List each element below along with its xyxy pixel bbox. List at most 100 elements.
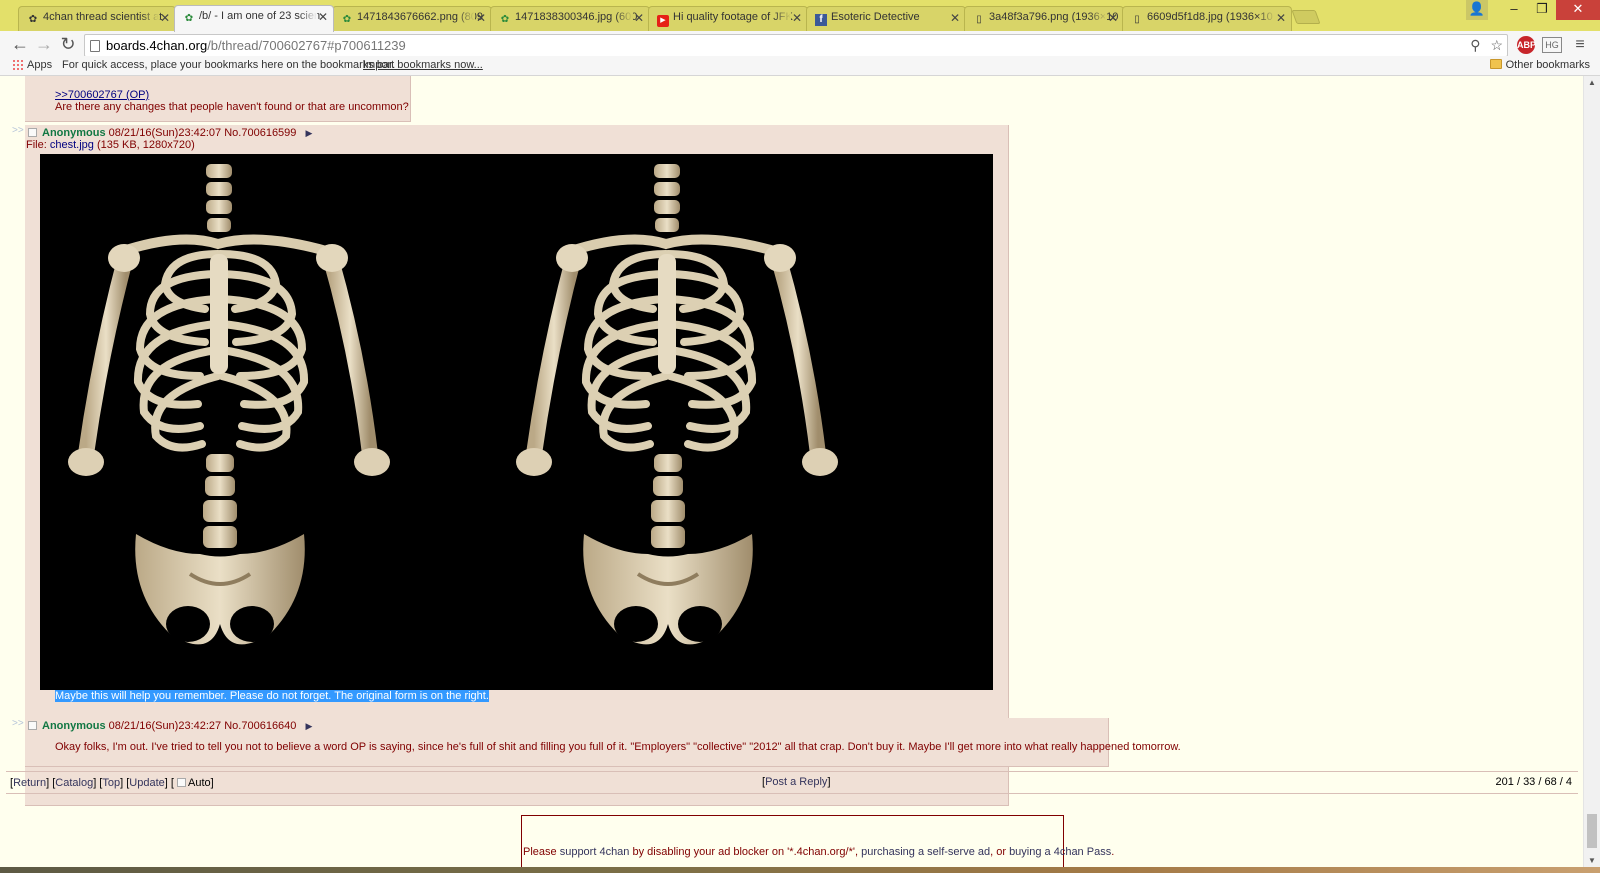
post-menu-arrow-icon[interactable]: ▶	[305, 721, 312, 731]
selected-text: Maybe this will help you remember. Pleas…	[55, 690, 489, 702]
catalog-link[interactable]: Catalog	[55, 777, 93, 789]
tab-close-icon[interactable]: ✕	[476, 11, 486, 25]
bookmarks-bar: Apps For quick access, place your bookma…	[0, 56, 1600, 76]
menu-icon[interactable]: ≡	[1570, 35, 1590, 55]
clover-icon: ✿	[184, 13, 194, 24]
url-host: boards.4chan.org	[106, 38, 208, 53]
browser-toolbar: ← → ↻ boards.4chan.org/b/thread/70060276…	[0, 31, 1600, 59]
clover-icon: ✿	[28, 14, 38, 25]
tab-close-icon[interactable]: ✕	[160, 11, 170, 25]
page-viewport: >>700602767 (OP) Are there any changes t…	[0, 76, 1600, 867]
address-bar[interactable]: boards.4chan.org/b/thread/700602767#p700…	[84, 34, 1508, 57]
tab-close-icon[interactable]: ✕	[1276, 11, 1286, 25]
auto-update-checkbox[interactable]	[177, 778, 186, 787]
tab-strip: ✿ 4chan thread scientist at ✕ ✿/b/ - I am…	[0, 0, 1600, 32]
skeleton-image	[68, 154, 993, 690]
skeleton-left	[68, 164, 390, 645]
side-arrows: >>	[12, 718, 24, 729]
new-tab-button[interactable]	[1291, 10, 1321, 24]
apps-shortcut[interactable]: Apps	[12, 59, 52, 71]
post-number[interactable]: No.700616640	[224, 720, 296, 732]
reply-post-previous: >>700602767 (OP) Are there any changes t…	[25, 76, 411, 122]
quote-link[interactable]: >>700602767 (OP)	[55, 89, 149, 101]
tab-youtube-jfk[interactable]: ▶ Hi quality footage of JFK ✕	[648, 6, 808, 31]
reload-icon[interactable]: ↻	[57, 34, 79, 56]
ad-notice-text: Please support 4chan by disabling your a…	[523, 846, 1115, 858]
poster-name: Anonymous	[42, 720, 106, 732]
4chan-pass-link[interactable]: buying a 4chan Pass	[1009, 846, 1111, 858]
support-4chan-link[interactable]: support 4chan	[560, 846, 630, 858]
tab-jpg-image[interactable]: ✿ 1471838300346.jpg (600 ✕	[490, 6, 650, 31]
adblock-plus-icon[interactable]: ABP	[1517, 36, 1536, 54]
post-checkbox[interactable]	[28, 721, 37, 730]
window-controls: 👤 – ❐ ✕	[1466, 0, 1600, 20]
back-arrow-icon[interactable]: ←	[9, 34, 31, 56]
bookmarks-hint: For quick access, place your bookmarks h…	[62, 59, 396, 71]
divider	[6, 793, 1578, 794]
update-link[interactable]: Update	[129, 777, 164, 789]
tab-b-thread[interactable]: ✿/b/ - I am one of 23 scien ✕	[174, 5, 334, 32]
post-menu-arrow-icon[interactable]: ▶	[305, 128, 312, 138]
thread-nav-links: [Return] [Catalog] [Top] [Update] [ Auto…	[10, 777, 214, 789]
apps-grid-icon	[12, 59, 23, 70]
tab-close-icon[interactable]: ✕	[318, 10, 328, 24]
divider	[6, 771, 1578, 772]
page-scrollbar[interactable]: ▲ ▼	[1583, 76, 1600, 867]
return-link[interactable]: Return	[13, 777, 46, 789]
tab-png-image[interactable]: ✿ 1471843676662.png (809 ✕	[332, 6, 492, 31]
skeleton-right	[516, 164, 838, 644]
thread-stats: 201 / 33 / 68 / 4	[1495, 776, 1572, 788]
post-message: Maybe this will help you remember. Pleas…	[55, 690, 489, 702]
ad-notice-box: Please support 4chan by disabling your a…	[521, 815, 1114, 867]
document-icon: ▯	[1134, 14, 1140, 25]
document-icon: ▯	[976, 14, 982, 25]
post-info: Anonymous 08/21/16(Sun)23:42:07 No.70061…	[28, 127, 312, 139]
scroll-up-icon[interactable]: ▲	[1588, 78, 1596, 87]
post-date: 08/21/16(Sun)23:42:27	[108, 720, 222, 732]
post-date: 08/21/16(Sun)23:42:07	[108, 127, 222, 139]
clover-icon: ✿	[342, 14, 352, 25]
post-image-skeletons[interactable]	[40, 154, 993, 690]
minimize-icon[interactable]: –	[1500, 0, 1528, 20]
tab-6609d5f1d8[interactable]: ▯ 6609d5f1d8.jpg (1936×10 ✕	[1122, 6, 1292, 31]
post-message: Okay folks, I'm out. I've tried to tell …	[55, 741, 1181, 753]
import-bookmarks-link[interactable]: Import bookmarks now...	[363, 59, 483, 71]
folder-icon	[1489, 59, 1502, 69]
file-info: File: chest.jpg (135 KB, 1280x720)	[26, 139, 195, 151]
auto-label: Auto	[188, 777, 211, 789]
tab-4chan-thread[interactable]: ✿ 4chan thread scientist at ✕	[18, 6, 176, 31]
user-profile-icon[interactable]: 👤	[1466, 0, 1488, 20]
top-link[interactable]: Top	[102, 777, 120, 789]
post-info: Anonymous 08/21/16(Sun)23:42:27 No.70061…	[28, 720, 312, 732]
restore-icon[interactable]: ❐	[1528, 0, 1556, 20]
self-serve-ad-link[interactable]: purchasing a self-serve ad	[861, 846, 990, 858]
url-path: /b/thread/700602767#p700611239	[207, 38, 406, 53]
window-close-icon[interactable]: ✕	[1556, 0, 1600, 20]
scrollbar-thumb[interactable]	[1587, 814, 1597, 848]
post-message: Are there any changes that people haven'…	[55, 101, 409, 113]
poster-name: Anonymous	[42, 127, 106, 139]
post-checkbox[interactable]	[28, 128, 37, 137]
youtube-icon: ▶	[657, 15, 669, 27]
clover-icon: ✿	[500, 14, 510, 25]
facebook-icon: f	[815, 14, 827, 26]
search-icon[interactable]: ⚲	[1470, 37, 1480, 53]
other-bookmarks[interactable]: Other bookmarks	[1489, 59, 1590, 71]
scroll-down-icon[interactable]: ▼	[1588, 856, 1596, 865]
tab-close-icon[interactable]: ✕	[634, 11, 644, 25]
side-arrows: >>	[12, 125, 24, 136]
file-link[interactable]: chest.jpg	[50, 139, 94, 151]
tab-3a48f3a796[interactable]: ▯ 3a48f3a796.png (1936×10 ✕	[964, 6, 1124, 31]
hg-extension-icon[interactable]: HG	[1542, 37, 1562, 53]
tab-esoteric-detective[interactable]: f Esoteric Detective ✕	[806, 6, 966, 31]
forward-arrow-icon[interactable]: →	[33, 34, 55, 56]
post-number[interactable]: No.700616599	[224, 127, 296, 139]
os-taskbar	[0, 867, 1600, 873]
post-reply-link-wrap: [Post a Reply]	[762, 776, 831, 788]
post-reply-link[interactable]: Post a Reply	[765, 776, 827, 788]
tab-close-icon[interactable]: ✕	[1108, 11, 1118, 25]
tab-close-icon[interactable]: ✕	[792, 11, 802, 25]
bookmark-star-icon[interactable]: ☆	[1490, 37, 1503, 53]
page-icon	[90, 40, 100, 52]
tab-close-icon[interactable]: ✕	[950, 11, 960, 25]
